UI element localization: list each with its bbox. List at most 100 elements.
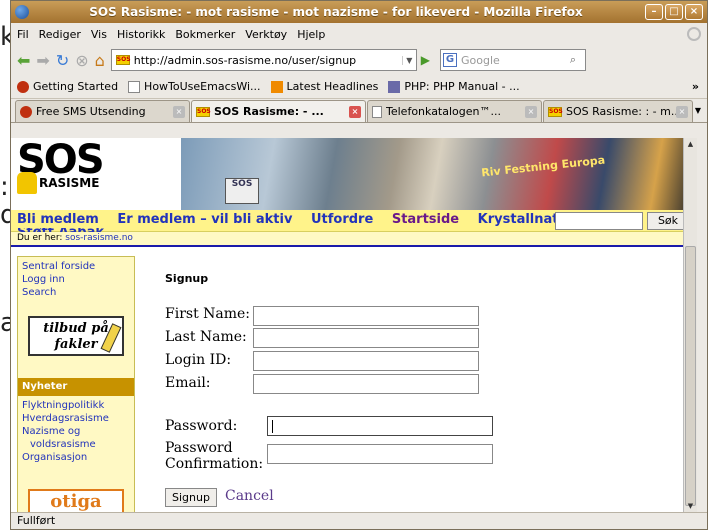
home-icon[interactable]: ⌂: [95, 51, 105, 70]
tab-sos-rasisme-2[interactable]: SOS SOS Rasisme: : - m... ×: [543, 100, 693, 122]
news-link-flyktningpolitikk[interactable]: Flyktningpolitikk: [22, 399, 130, 412]
signup-button[interactable]: Signup: [165, 488, 217, 507]
site-banner: SOS RASISME SOS Riv Festning Europa: [11, 138, 692, 210]
url-dropdown-icon[interactable]: ▼: [401, 55, 416, 65]
bookmark-label: PHP: PHP Manual - ...: [404, 80, 520, 93]
forward-icon[interactable]: ➡: [36, 51, 49, 70]
site-logo[interactable]: SOS RASISME: [17, 140, 105, 194]
tab-close-icon[interactable]: ×: [525, 105, 537, 118]
nav-utfordre[interactable]: Utfordre: [311, 212, 373, 227]
search-icon[interactable]: ⌕: [563, 53, 583, 67]
form-heading: Signup: [165, 272, 209, 285]
password-confirmation-label: Password Confirmation:: [165, 440, 263, 472]
tab-list-icon[interactable]: ▼: [695, 106, 701, 115]
sidebar-link-logg-inn[interactable]: Logg inn: [22, 273, 130, 286]
sidebar-link-search[interactable]: Search: [22, 286, 130, 299]
tab-close-icon[interactable]: ×: [676, 105, 688, 118]
menu-rediger[interactable]: Rediger: [39, 28, 81, 41]
tab-close-icon[interactable]: ×: [349, 105, 361, 118]
bookmark-howtouseemacs[interactable]: HowToUseEmacsWi...: [128, 80, 261, 93]
site-favicon-icon: SOS: [115, 55, 131, 65]
scroll-down-icon[interactable]: ▼: [684, 500, 697, 512]
last-name-input[interactable]: [253, 328, 479, 348]
news-link-organisasjon[interactable]: Organisasjon: [22, 451, 130, 464]
nav-er-medlem[interactable]: Er medlem – vil bli aktiv: [117, 212, 292, 227]
bookmark-getting-started[interactable]: Getting Started: [17, 80, 118, 93]
bookmark-label: Getting Started: [33, 80, 119, 93]
password-confirmation-input[interactable]: [267, 444, 493, 464]
status-bar: Fullført: [11, 512, 707, 529]
news-header: Nyheter: [18, 378, 134, 396]
cancel-link[interactable]: Cancel: [225, 488, 274, 504]
back-icon[interactable]: ⬅: [17, 51, 30, 70]
site-favicon-icon: SOS: [196, 106, 211, 117]
photo-banner-text: Riv Festning Europa: [480, 153, 606, 180]
first-name-label: First Name:: [165, 306, 251, 322]
firefox-icon: [15, 5, 29, 19]
nav-bli-medlem[interactable]: Bli medlem: [17, 212, 99, 227]
php-icon: [388, 80, 401, 93]
tab-label: Telefonkatalogen™...: [386, 105, 501, 118]
breadcrumb: Du er her: sos-rasisme.no: [11, 232, 692, 245]
bookmark-latest-headlines[interactable]: Latest Headlines: [270, 80, 378, 93]
promo-banner[interactable]: otiga: [28, 489, 124, 512]
close-button[interactable]: ×: [685, 4, 703, 20]
menu-vis[interactable]: Vis: [91, 28, 107, 41]
news-link-voldsrasisme[interactable]: voldsrasisme: [22, 438, 130, 451]
tab-label: Free SMS Utsending: [36, 105, 146, 118]
site-search-input[interactable]: [555, 212, 643, 230]
url-bar[interactable]: SOS http://admin.sos-rasisme.no/user/sig…: [110, 49, 417, 71]
menu-hjelp[interactable]: Hjelp: [297, 28, 325, 41]
fakler-badge[interactable]: tilbud på fakler: [28, 316, 124, 356]
scrollbar-thumb[interactable]: [685, 246, 696, 506]
reload-icon[interactable]: ↻: [56, 51, 69, 70]
stop-icon[interactable]: ⊗: [75, 51, 88, 70]
go-icon[interactable]: ▶: [421, 53, 430, 67]
menu-historikk[interactable]: Historikk: [117, 28, 165, 41]
email-label: Email:: [165, 375, 211, 391]
sidebar-link-sentral-forside[interactable]: Sentral forside: [22, 260, 130, 273]
login-id-input[interactable]: [253, 351, 479, 371]
menu-fil[interactable]: Fil: [17, 28, 29, 41]
email-field[interactable]: [253, 374, 479, 394]
bookmark-label: HowToUseEmacsWi...: [144, 80, 261, 93]
tab-label: SOS Rasisme: - ...: [214, 105, 324, 118]
news-link-nazisme[interactable]: Nazisme og: [22, 425, 130, 438]
login-id-label: Login ID:: [165, 352, 232, 368]
throbber-icon: [687, 27, 701, 41]
bookmark-php-manual[interactable]: PHP: PHP Manual - ...: [388, 80, 520, 93]
page-icon: [372, 105, 382, 118]
rss-icon: [270, 80, 283, 93]
vertical-scrollbar[interactable]: ▲ ▼: [683, 138, 697, 512]
tab-close-icon[interactable]: ×: [173, 105, 185, 118]
tab-telefonkatalogen[interactable]: Telefonkatalogen™... ×: [367, 100, 542, 122]
breadcrumb-label: Du er her:: [17, 233, 63, 243]
tab-free-sms[interactable]: Free SMS Utsending ×: [15, 100, 190, 122]
firefox-tab-icon: [20, 105, 32, 118]
divider: [11, 245, 692, 247]
site-nav: Bli medlem Er medlem – vil bli aktiv Utf…: [11, 210, 692, 232]
tab-sos-rasisme-active[interactable]: SOS SOS Rasisme: - ... ×: [191, 100, 366, 122]
header-photo: SOS Riv Festning Europa: [181, 138, 692, 210]
title-bar[interactable]: SOS Rasisme: - mot rasisme - mot nazisme…: [11, 1, 707, 23]
menu-bokmerker[interactable]: Bokmerker: [175, 28, 235, 41]
bookmarks-overflow-button[interactable]: »: [692, 80, 699, 93]
window-title: SOS Rasisme: - mot rasisme - mot nazisme…: [89, 5, 583, 19]
minimize-button[interactable]: –: [645, 4, 663, 20]
photo-sign: SOS: [225, 178, 259, 204]
nav-startside[interactable]: Startside: [392, 212, 459, 227]
first-name-input[interactable]: [253, 306, 479, 326]
menu-verktoy[interactable]: Verktøy: [245, 28, 287, 41]
scroll-up-icon[interactable]: ▲: [684, 138, 697, 150]
page-icon: [128, 80, 141, 93]
breadcrumb-link[interactable]: sos-rasisme.no: [65, 233, 133, 243]
password-input[interactable]: [267, 416, 493, 436]
tab-label: SOS Rasisme: : - m...: [566, 105, 676, 118]
desktop-text-fragment: :: [0, 172, 9, 202]
bookmarks-toolbar: Getting Started HowToUseEmacsWi... Lates…: [11, 75, 707, 99]
news-link-hverdagsrasisme[interactable]: Hverdagsrasisme: [22, 412, 130, 425]
google-icon[interactable]: G: [443, 53, 458, 67]
tab-strip: Free SMS Utsending × SOS SOS Rasisme: - …: [11, 99, 707, 123]
maximize-button[interactable]: □: [665, 4, 683, 20]
search-bar[interactable]: G Google ⌕: [440, 49, 587, 71]
